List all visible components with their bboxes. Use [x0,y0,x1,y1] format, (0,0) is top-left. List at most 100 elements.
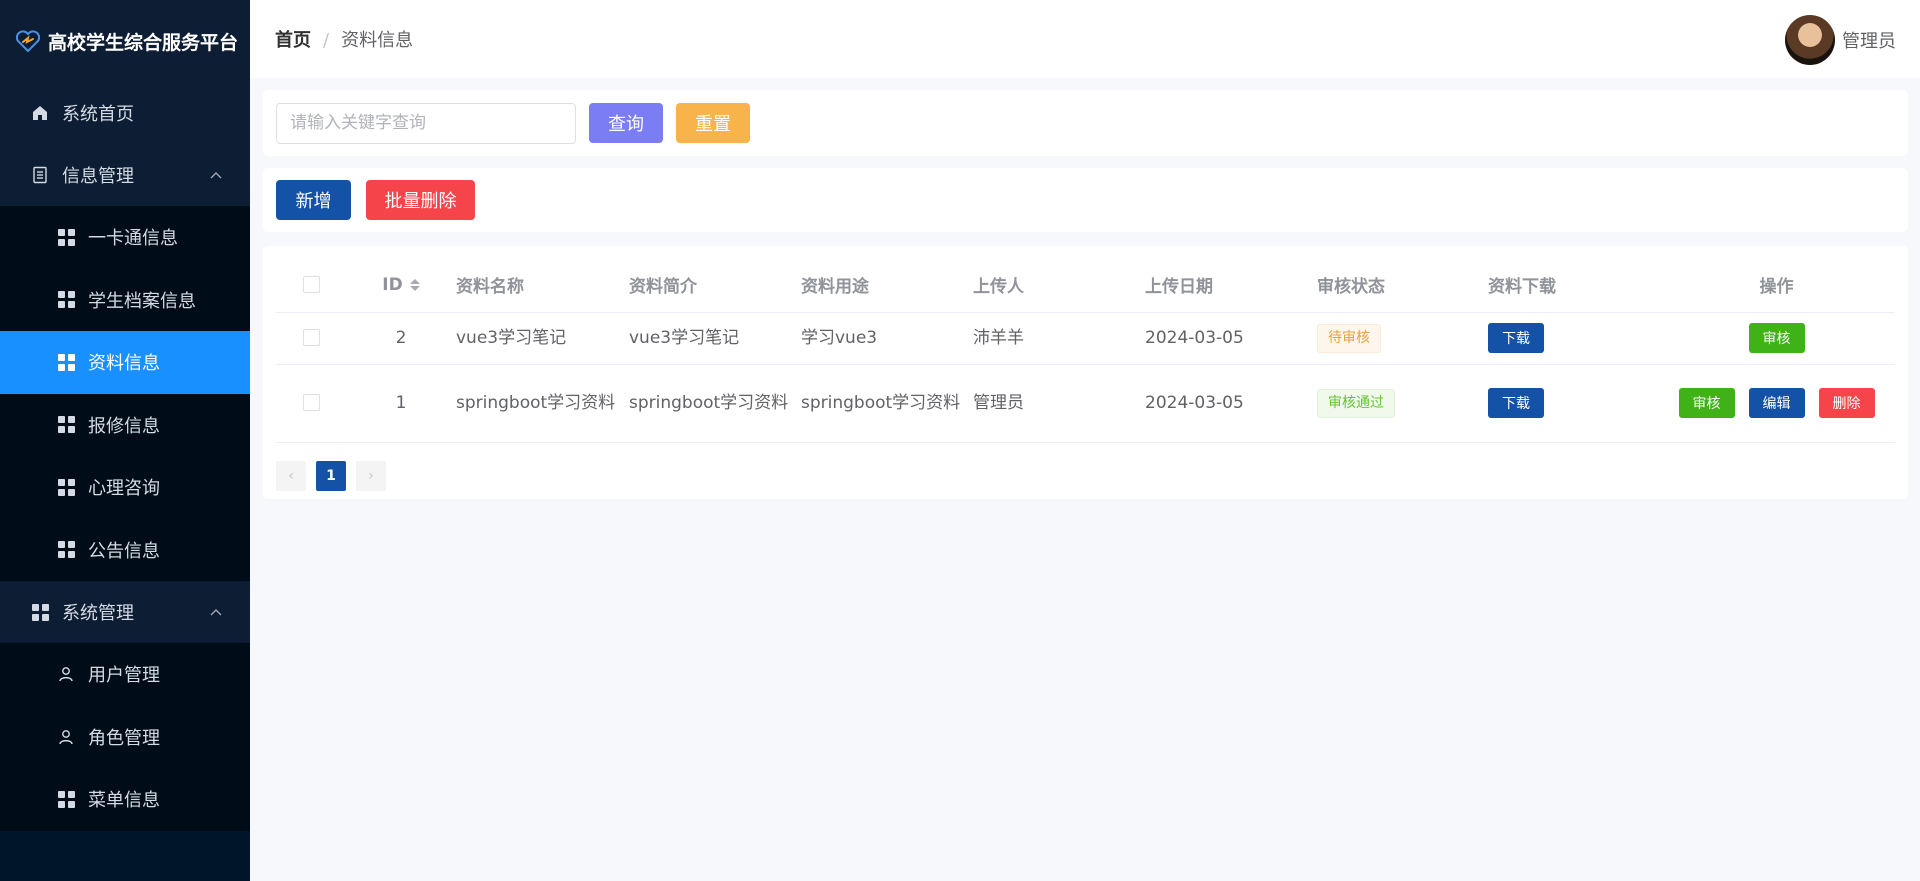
sidebar-item-card[interactable]: 一卡通信息 [0,206,250,269]
cell-download: 下载 [1488,312,1658,365]
sidebar-group-info[interactable]: 信息管理 [0,144,250,206]
page-number[interactable]: 1 [316,460,346,491]
user-menu[interactable]: 管理员 [1785,15,1896,65]
cell-name: springboot学习资料 [456,364,629,443]
grid-icon [56,477,76,497]
edit-button[interactable]: 编辑 [1748,388,1805,418]
column-header-intro: 资料简介 [629,258,801,313]
row-checkbox[interactable] [276,364,346,443]
delete-button[interactable]: 删除 [1818,388,1875,418]
review-button[interactable]: 审核 [1678,388,1735,418]
column-header-ops: 操作 [1658,258,1895,313]
reset-button[interactable]: 重置 [676,103,750,143]
cell-intro: vue3学习笔记 [629,312,801,365]
cell-name: vue3学习笔记 [456,312,629,365]
cell-download: 下载 [1488,364,1658,443]
sidebar-item-student-archive[interactable]: 学生档案信息 [0,268,250,331]
table-header-row: ID 资料名称 资料简介 资料用途 上传人 上传日期 审核状态 资料下载 操作 [276,258,1895,313]
column-header-uploader: 上传人 [973,258,1145,313]
grid-icon [56,789,76,809]
sidebar-item-label: 一卡通信息 [88,228,178,250]
table-row: 2 vue3学习笔记 vue3学习笔记 学习vue3 沛羊羊 2024-03-0… [276,312,1895,365]
actions-card: 新增 批量删除 [263,168,1908,232]
search-input[interactable] [276,102,576,144]
app-logo[interactable]: 高校学生综合服务平台 [0,0,250,82]
user-name[interactable]: 管理员 [1842,27,1896,53]
download-button[interactable]: 下载 [1488,388,1544,418]
sidebar-item-label: 心理咨询 [88,478,160,500]
cell-date: 2024-03-05 [1145,364,1317,443]
column-header-download: 资料下载 [1488,258,1658,313]
cell-uploader: 沛羊羊 [973,312,1145,365]
sidebar-item-label: 学生档案信息 [88,290,196,312]
select-all-checkbox[interactable] [276,258,346,313]
sidebar-item-home[interactable]: 系统首页 [0,82,250,144]
sidebar-item-roles[interactable]: 角色管理 [0,705,250,768]
materials-table: ID 资料名称 资料简介 资料用途 上传人 上传日期 审核状态 资料下载 操作 … [276,258,1895,443]
cell-id: 1 [346,364,456,443]
sidebar-item-label: 资料信息 [88,353,160,375]
sidebar-group-label: 系统管理 [62,603,134,624]
breadcrumb-home[interactable]: 首页 [275,30,311,51]
prev-page-button[interactable]: ‹ [276,460,306,491]
sort-icon[interactable] [409,278,420,291]
column-header-name: 资料名称 [456,258,629,313]
query-button[interactable]: 查询 [589,103,663,143]
sidebar-item-users[interactable]: 用户管理 [0,643,250,706]
sidebar-item-label: 报修信息 [88,415,160,437]
cell-date: 2024-03-05 [1145,312,1317,365]
sidebar-item-label: 角色管理 [88,727,160,749]
chevron-up-icon [208,167,224,183]
download-button[interactable]: 下载 [1488,323,1544,353]
cell-id: 2 [346,312,456,365]
sidebar-item-counseling[interactable]: 心理咨询 [0,456,250,519]
cell-usage: 学习vue3 [801,312,973,365]
sidebar: 高校学生综合服务平台 系统首页 信息管理 一卡通信息 学生档案信息 资料信息 报… [0,0,250,881]
cell-uploader: 管理员 [973,364,1145,443]
grid-icon [56,415,76,435]
next-page-button[interactable]: › [356,460,386,491]
app-title: 高校学生综合服务平台 [48,31,239,54]
cell-intro: springboot学习资料 [629,364,801,443]
home-icon [30,103,50,123]
table-card: ID 资料名称 资料简介 资料用途 上传人 上传日期 审核状态 资料下载 操作 … [263,246,1908,499]
sidebar-item-label: 公告信息 [88,540,160,562]
grid-icon [30,602,50,622]
breadcrumb-separator: / [323,30,330,51]
avatar[interactable] [1785,15,1835,65]
cell-usage: springboot学习资料 [801,364,973,443]
pagination: ‹ 1 › [276,460,1895,491]
search-card: 查询 重置 [263,90,1908,156]
column-header-id[interactable]: ID [346,258,456,313]
sidebar-group-label: 信息管理 [62,166,134,187]
sidebar-item-materials[interactable]: 资料信息 [0,331,250,394]
chevron-up-icon [208,604,224,620]
table-row: 1 springboot学习资料 springboot学习资料 springbo… [276,364,1895,443]
sidebar-item-label: 用户管理 [88,665,160,687]
document-icon [30,165,50,185]
column-header-status: 审核状态 [1317,258,1488,313]
sidebar-item-notice[interactable]: 公告信息 [0,518,250,581]
cell-ops: 审核 编辑 删除 [1658,364,1895,443]
batch-delete-button[interactable]: 批量删除 [366,180,475,220]
sidebar-item-label: 系统首页 [62,104,134,125]
column-header-date: 上传日期 [1145,258,1317,313]
grid-icon [56,540,76,560]
cell-status: 待审核 [1317,312,1488,365]
add-button[interactable]: 新增 [276,180,351,220]
cell-ops: 审核 [1658,312,1895,365]
sidebar-item-menus[interactable]: 菜单信息 [0,768,250,831]
top-header: 首页 / 资料信息 管理员 [250,0,1920,78]
sidebar-item-repair[interactable]: 报修信息 [0,393,250,456]
grid-icon [56,227,76,247]
cell-status: 审核通过 [1317,364,1488,443]
sidebar-item-label: 菜单信息 [88,790,160,812]
status-badge: 待审核 [1317,324,1381,353]
row-checkbox[interactable] [276,312,346,365]
review-button[interactable]: 审核 [1748,323,1805,353]
status-badge: 审核通过 [1317,389,1395,418]
user-icon [56,727,76,747]
column-header-usage: 资料用途 [801,258,973,313]
sidebar-group-system[interactable]: 系统管理 [0,581,250,643]
user-icon [56,664,76,684]
